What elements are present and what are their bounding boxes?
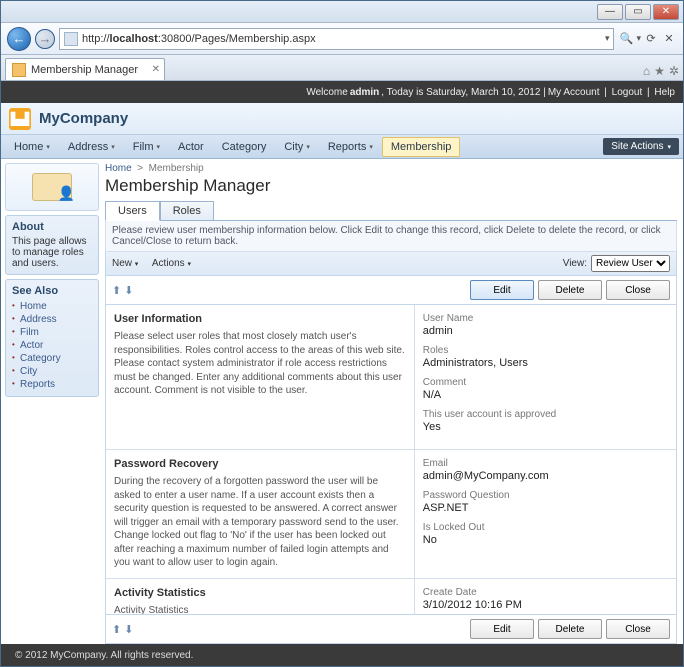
menu-city[interactable]: City▾ (275, 137, 318, 157)
view-select[interactable]: Review User (591, 255, 670, 272)
breadcrumb: Home > Membership (105, 163, 677, 174)
browser-tab[interactable]: Membership Manager ✕ (5, 58, 165, 80)
brand-name: MyCompany (39, 110, 128, 127)
footer: © 2012 MyCompany. All rights reserved. (1, 644, 683, 666)
field-value: ASP.NET (423, 502, 668, 514)
field-value: admin@MyCompany.com (423, 470, 668, 482)
menu-actor[interactable]: Actor (169, 137, 213, 157)
close-button[interactable]: Close (606, 619, 670, 639)
section-desc: During the recovery of a forgotten passw… (114, 475, 406, 570)
tab-title: Membership Manager (31, 64, 138, 76)
brand-logo-icon: ▙▟ (9, 108, 31, 130)
seealso-film[interactable]: Film (12, 326, 92, 339)
page-title: Membership Manager (105, 176, 677, 196)
tab-roles[interactable]: Roles (160, 201, 214, 221)
actions-button[interactable]: Actions ▾ (152, 258, 191, 269)
delete-button[interactable]: Delete (538, 280, 602, 300)
favorites-icon[interactable]: ★ (654, 64, 665, 78)
field-value: admin (423, 325, 668, 337)
menu-category[interactable]: Category (213, 137, 276, 157)
field-value: Yes (423, 421, 668, 433)
top-user-bar: Welcome admin, Today is Saturday, March … (1, 81, 683, 103)
next-record-icon[interactable]: ⬇ (124, 285, 133, 297)
edit-button[interactable]: Edit (470, 280, 534, 300)
field-label: User Name (423, 313, 668, 324)
stop-icon[interactable]: ✕ (661, 31, 677, 47)
tab-close-icon[interactable]: ✕ (152, 64, 160, 75)
url-history-icon[interactable]: ▾ (605, 33, 610, 44)
field-value: N/A (423, 389, 668, 401)
tools-icon[interactable]: ✲ (669, 64, 679, 78)
menu-reports[interactable]: Reports▾ (319, 137, 382, 157)
home-icon[interactable]: ⌂ (643, 64, 650, 78)
seealso-reports[interactable]: Reports (12, 378, 92, 391)
tab-favicon-icon (12, 63, 26, 77)
seealso-address[interactable]: Address (12, 313, 92, 326)
section-title: Password Recovery (114, 458, 406, 470)
seealso-heading: See Also (12, 285, 92, 297)
field-label: Create Date (423, 587, 668, 598)
seealso-category[interactable]: Category (12, 352, 92, 365)
window-titlebar: — ▭ ✕ (1, 1, 683, 23)
seealso-home[interactable]: Home (12, 300, 92, 313)
site-actions-button[interactable]: Site Actions▾ (603, 138, 679, 155)
address-bar[interactable]: http://localhost:30800/Pages/Membership.… (59, 28, 614, 50)
logout-link[interactable]: Logout (612, 87, 643, 98)
menu-membership[interactable]: Membership (382, 137, 461, 157)
window-min-button[interactable]: — (597, 4, 623, 20)
section-desc: Please select user roles that most close… (114, 330, 406, 398)
section-title: User Information (114, 313, 406, 325)
menu-film[interactable]: Film▾ (124, 137, 169, 157)
field-label: This user account is approved (423, 409, 668, 420)
field-label: Email (423, 458, 668, 469)
search-icon[interactable]: 🔍 (618, 31, 634, 47)
about-text: This page allows to manage roles and use… (12, 236, 92, 269)
window-max-button[interactable]: ▭ (625, 4, 651, 20)
delete-button[interactable]: Delete (538, 619, 602, 639)
forward-button[interactable]: → (35, 29, 55, 49)
close-button[interactable]: Close (606, 280, 670, 300)
about-heading: About (12, 221, 92, 233)
section-desc: Activity Statistics (114, 604, 406, 616)
prev-record-icon[interactable]: ⬆ (112, 285, 121, 297)
prev-record-icon[interactable]: ⬆ (112, 624, 121, 636)
next-record-icon[interactable]: ⬇ (124, 624, 133, 636)
field-label: Password Question (423, 490, 668, 501)
breadcrumb-home[interactable]: Home (105, 163, 132, 174)
hint-bar: Please review user membership informatio… (105, 221, 677, 252)
menu-address[interactable]: Address▾ (59, 137, 124, 157)
back-button[interactable]: ← (7, 27, 31, 51)
main-menu: Home▾Address▾Film▾ActorCategoryCity▾Repo… (1, 135, 683, 159)
refresh-icon[interactable]: ⟳ (643, 31, 659, 47)
section-title: Activity Statistics (114, 587, 406, 599)
site-favicon-icon (64, 32, 78, 46)
seealso-actor[interactable]: Actor (12, 339, 92, 352)
field-label: Roles (423, 345, 668, 356)
menu-home[interactable]: Home▾ (5, 137, 59, 157)
field-label: Is Locked Out (423, 522, 668, 533)
my-account-link[interactable]: My Account (548, 87, 600, 98)
window-close-button[interactable]: ✕ (653, 4, 679, 20)
new-button[interactable]: New ▾ (112, 258, 138, 269)
field-label: Comment (423, 377, 668, 388)
field-value: Administrators, Users (423, 357, 668, 369)
seealso-city[interactable]: City (12, 365, 92, 378)
edit-button[interactable]: Edit (470, 619, 534, 639)
help-link[interactable]: Help (654, 87, 675, 98)
tab-users[interactable]: Users (105, 201, 160, 221)
field-value: No (423, 534, 668, 546)
page-icon (5, 163, 99, 211)
field-value: 3/10/2012 10:16 PM (423, 599, 668, 611)
